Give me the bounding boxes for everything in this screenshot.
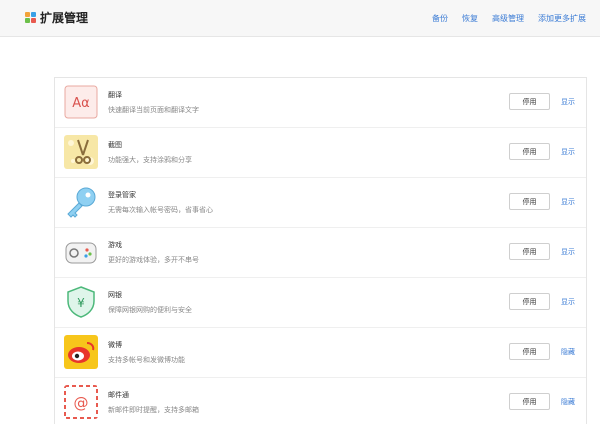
extension-description: 无需每次输入帐号密码，省事省心 bbox=[108, 206, 213, 214]
disable-button[interactable]: 停用 bbox=[509, 93, 550, 110]
weibo-icon bbox=[64, 335, 98, 369]
list-item: ¥ 网银 保障网银网购的便利与安全 停用 显示 bbox=[55, 278, 586, 328]
show-hide-toggle[interactable]: 显示 bbox=[561, 97, 575, 107]
show-hide-toggle[interactable]: 隐藏 bbox=[561, 347, 575, 357]
extension-description: 保障网银网购的便利与安全 bbox=[108, 306, 192, 314]
svg-text:¥: ¥ bbox=[77, 296, 85, 310]
extension-description: 功能强大，支持涂鸦和分享 bbox=[108, 156, 192, 164]
extension-name: 登录管家 bbox=[108, 191, 136, 199]
gamepad-icon bbox=[64, 235, 98, 269]
add-more-extensions-link[interactable]: 添加更多扩展 bbox=[538, 13, 586, 24]
extension-description: 支持多帐号和发微博功能 bbox=[108, 356, 185, 364]
list-item: 登录管家 无需每次输入帐号密码，省事省心 停用 显示 bbox=[55, 178, 586, 228]
mail-at-icon: @ bbox=[64, 385, 98, 419]
list-item: @ 邮件通 新邮件即时提醒，支持多邮箱 停用 隐藏 bbox=[55, 378, 586, 424]
key-icon bbox=[64, 185, 98, 219]
show-hide-toggle[interactable]: 显示 bbox=[561, 147, 575, 157]
extension-name: 游戏 bbox=[108, 241, 122, 249]
restore-link[interactable]: 恢复 bbox=[462, 13, 478, 24]
brand: 扩展管理 bbox=[25, 9, 88, 26]
top-nav: 备份 恢复 高级管理 添加更多扩展 bbox=[418, 13, 586, 24]
extension-description: 快速翻译当前页面和翻译文字 bbox=[108, 106, 199, 114]
disable-button[interactable]: 停用 bbox=[509, 193, 550, 210]
extension-description: 更好的游戏体验，多开不串号 bbox=[108, 256, 199, 264]
backup-link[interactable]: 备份 bbox=[432, 13, 448, 24]
disable-button[interactable]: 停用 bbox=[509, 393, 550, 410]
list-item: 游戏 更好的游戏体验，多开不串号 停用 显示 bbox=[55, 228, 586, 278]
disable-button[interactable]: 停用 bbox=[509, 343, 550, 360]
disable-button[interactable]: 停用 bbox=[509, 243, 550, 260]
top-bar: 扩展管理 备份 恢复 高级管理 添加更多扩展 bbox=[0, 0, 600, 37]
list-item: Aα 翻译 快速翻译当前页面和翻译文字 停用 显示 bbox=[55, 78, 586, 128]
disable-button[interactable]: 停用 bbox=[509, 293, 550, 310]
translate-icon: Aα bbox=[64, 85, 98, 119]
extension-blocks-icon bbox=[25, 11, 37, 24]
extension-name: 邮件通 bbox=[108, 391, 129, 399]
yuan-shield-icon: ¥ bbox=[64, 285, 98, 319]
extension-list: Aα 翻译 快速翻译当前页面和翻译文字 停用 显示 截图 功能强大，支持涂鸦和分… bbox=[54, 77, 587, 424]
show-hide-toggle[interactable]: 隐藏 bbox=[561, 397, 575, 407]
disable-button[interactable]: 停用 bbox=[509, 143, 550, 160]
extension-name: 网银 bbox=[108, 291, 122, 299]
extension-name: 翻译 bbox=[108, 91, 122, 99]
svg-text:@: @ bbox=[74, 394, 89, 412]
extension-name: 微博 bbox=[108, 341, 122, 349]
list-item: 截图 功能强大，支持涂鸦和分享 停用 显示 bbox=[55, 128, 586, 178]
extension-description: 新邮件即时提醒，支持多邮箱 bbox=[108, 406, 199, 414]
screenshot-scissors-icon bbox=[64, 135, 98, 169]
show-hide-toggle[interactable]: 显示 bbox=[561, 197, 575, 207]
list-item: 微博 支持多帐号和发微博功能 停用 隐藏 bbox=[55, 328, 586, 378]
show-hide-toggle[interactable]: 显示 bbox=[561, 297, 575, 307]
show-hide-toggle[interactable]: 显示 bbox=[561, 247, 575, 257]
extension-name: 截图 bbox=[108, 141, 122, 149]
svg-text:Aα: Aα bbox=[72, 96, 89, 111]
advanced-manage-link[interactable]: 高级管理 bbox=[492, 13, 524, 24]
page-title: 扩展管理 bbox=[40, 11, 89, 25]
